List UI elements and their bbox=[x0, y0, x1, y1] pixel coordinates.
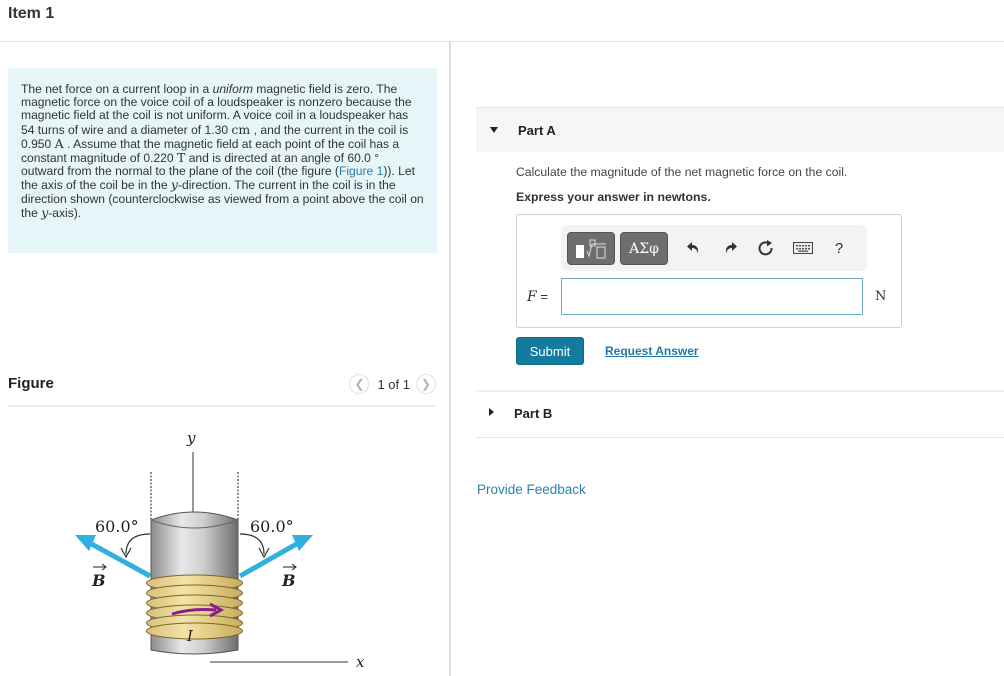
figure-divider bbox=[8, 405, 436, 407]
part-a-label: Part A bbox=[518, 123, 556, 138]
unit-symbol: A bbox=[54, 135, 64, 151]
caret-right-icon bbox=[489, 408, 494, 416]
part-a-instruction: Express your answer in newtons. bbox=[516, 190, 711, 204]
problem-statement: The net force on a current loop in a uni… bbox=[8, 68, 437, 253]
variable-label: F = bbox=[527, 289, 548, 305]
variable-symbol: y bbox=[170, 177, 178, 193]
left-angle-label: 60.0° bbox=[95, 517, 139, 536]
y-axis-label: y bbox=[186, 429, 196, 447]
chevron-left-icon: ❮ bbox=[354, 377, 365, 391]
figure-header: Figure ❮ 1 of 1 ❯ bbox=[8, 374, 436, 406]
help-button[interactable]: ? bbox=[828, 237, 850, 259]
unit-symbol: cm bbox=[231, 121, 251, 137]
figure-prev-button[interactable]: ❮ bbox=[349, 374, 370, 394]
caret-down-icon bbox=[490, 127, 498, 133]
part-divider bbox=[476, 437, 1004, 438]
variable-symbol: F bbox=[527, 289, 537, 305]
unit-label: N bbox=[875, 289, 887, 304]
reset-icon bbox=[758, 240, 773, 256]
item-title: Item 1 bbox=[8, 5, 55, 22]
right-angle-label: 60.0° bbox=[250, 517, 294, 536]
current-label: I bbox=[186, 627, 194, 645]
submit-button[interactable]: Submit bbox=[516, 337, 584, 365]
figure-pager: ❮ 1 of 1 ❯ bbox=[349, 374, 436, 394]
chevron-right-icon: ❯ bbox=[420, 377, 432, 391]
symbols-button[interactable]: ΑΣφ bbox=[620, 232, 668, 265]
voice-coil-figure: y I x 60.0° 60.0° B B bbox=[75, 429, 365, 671]
header-divider bbox=[0, 41, 1004, 42]
x-axis-label: x bbox=[356, 653, 365, 671]
templates-button[interactable] bbox=[567, 232, 615, 265]
part-b-toggle[interactable]: Part B bbox=[476, 392, 1004, 437]
keyboard-icon bbox=[793, 242, 813, 254]
undo-icon bbox=[687, 242, 699, 254]
redo-button[interactable] bbox=[719, 237, 741, 259]
right-field-label: B bbox=[281, 571, 296, 590]
figure-link[interactable]: Figure 1 bbox=[339, 164, 383, 178]
part-b-label: Part B bbox=[514, 406, 553, 421]
problem-text: -axis). bbox=[48, 205, 82, 220]
undo-button[interactable] bbox=[683, 237, 705, 259]
provide-feedback-link[interactable]: Provide Feedback bbox=[477, 482, 586, 497]
problem-text: The net force on a current loop in a bbox=[21, 82, 213, 96]
column-divider bbox=[449, 42, 451, 676]
emphasis-text: uniform bbox=[212, 82, 253, 96]
part-a-toggle[interactable]: Part A bbox=[476, 107, 1004, 152]
answer-input[interactable] bbox=[561, 278, 863, 315]
request-answer-link[interactable]: Request Answer bbox=[605, 344, 699, 358]
part-a-question: Calculate the magnitude of the net magne… bbox=[516, 165, 848, 179]
vector-arrow-icon bbox=[283, 563, 297, 571]
left-field-label: B bbox=[91, 571, 106, 590]
coil-windings bbox=[146, 574, 243, 640]
figure-title: Figure bbox=[8, 375, 54, 392]
equals-sign: = bbox=[536, 289, 548, 304]
keyboard-button[interactable] bbox=[792, 237, 814, 259]
math-toolbar: ΑΣφ ? bbox=[561, 225, 867, 271]
answer-box: ΑΣφ ? F = N bbox=[516, 214, 902, 328]
vector-arrow-icon bbox=[93, 563, 107, 571]
figure-next-button[interactable]: ❯ bbox=[416, 374, 436, 394]
redo-icon bbox=[725, 242, 737, 254]
figure-page-count: 1 of 1 bbox=[377, 376, 410, 392]
reset-button[interactable] bbox=[755, 237, 777, 259]
templates-icon bbox=[576, 239, 606, 258]
